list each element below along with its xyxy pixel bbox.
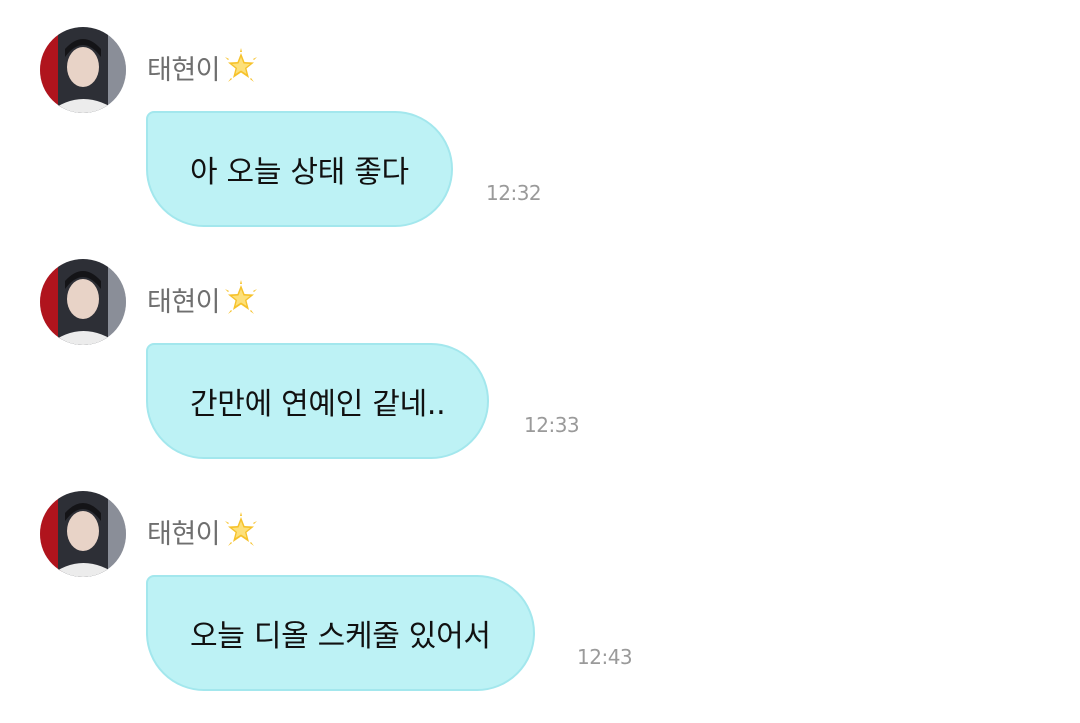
message-text: 아 오늘 상태 좋다 [190, 155, 409, 190]
sender-label: 태현이 [147, 518, 221, 550]
chat-message: 태현이 오늘 디올 스케줄 있어서 12:43 [0, 491, 1080, 723]
avatar[interactable] [40, 259, 126, 345]
sparkling-star-icon [222, 512, 260, 550]
message-time: 12:33 [524, 413, 580, 437]
chat-message: 태현이 아 오늘 상태 좋다 12:32 [0, 27, 1080, 259]
sparkling-star-icon [222, 48, 260, 86]
avatar[interactable] [40, 27, 126, 113]
sender-name: 태현이 [147, 279, 260, 319]
avatar[interactable] [40, 491, 126, 577]
message-text: 간만에 연예인 같네.. [190, 387, 446, 422]
message-bubble[interactable]: 간만에 연예인 같네.. [146, 343, 490, 459]
chat-message: 태현이 간만에 연예인 같네.. 12:33 [0, 259, 1080, 491]
message-bubble[interactable]: 오늘 디올 스케줄 있어서 [146, 575, 535, 691]
message-time: 12:43 [577, 645, 633, 669]
sender-name: 태현이 [147, 47, 260, 87]
message-bubble[interactable]: 아 오늘 상태 좋다 [146, 111, 453, 227]
message-text: 오늘 디올 스케줄 있어서 [190, 619, 491, 654]
sender-label: 태현이 [147, 286, 221, 318]
sparkling-star-icon [222, 280, 260, 318]
message-time: 12:32 [486, 181, 542, 205]
sender-label: 태현이 [147, 54, 221, 86]
sender-name: 태현이 [147, 511, 260, 551]
